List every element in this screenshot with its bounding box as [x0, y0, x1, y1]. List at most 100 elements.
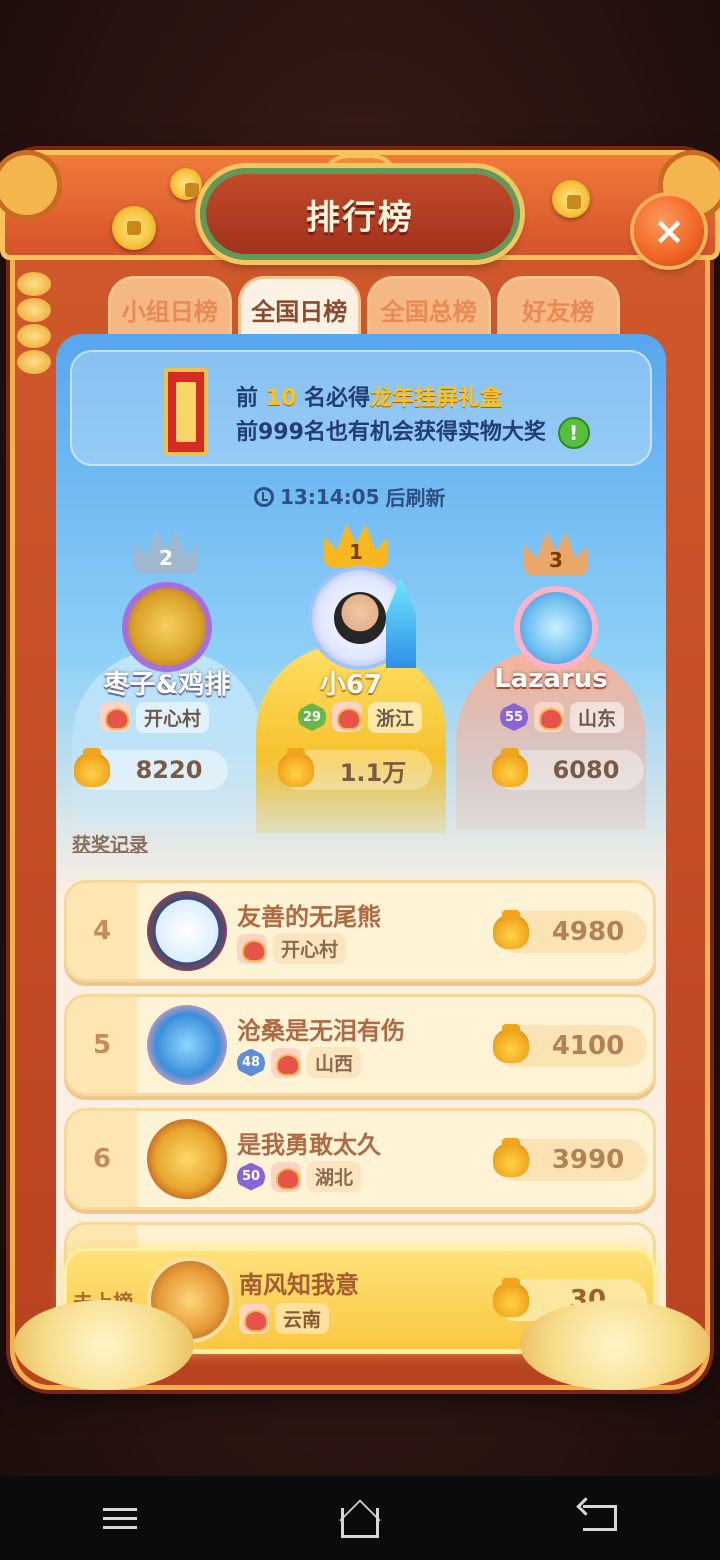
- player-name: 是我勇敢太久: [237, 1131, 381, 1159]
- money-bag-icon: [74, 748, 110, 787]
- coin-decoration-icon: [170, 168, 202, 200]
- score-value: 4100: [551, 1031, 625, 1061]
- page-title: 排行榜: [306, 197, 414, 238]
- money-bag-icon: [493, 1278, 529, 1317]
- award-history-link[interactable]: 获奖记录: [72, 830, 148, 857]
- level-badge: 29: [298, 703, 326, 731]
- score-value: 8220: [135, 756, 203, 784]
- banner-line2-text: 前999名也有机会获得实物大奖: [236, 420, 546, 445]
- banner-count: 10: [265, 386, 297, 411]
- ranking-row[interactable]: 4 友善的无尾熊 开心村 4980: [64, 880, 656, 982]
- score-pill: 4100: [493, 1024, 647, 1067]
- player-name: 友善的无尾熊: [237, 903, 381, 931]
- rank-number: 4: [67, 883, 137, 979]
- player-avatar[interactable]: [147, 891, 227, 971]
- player-meta: 50 湖北: [237, 1161, 362, 1192]
- banner-prefix: 前: [236, 386, 259, 411]
- refresh-time: 13:14:05: [280, 484, 380, 509]
- money-bag-icon: [493, 1024, 529, 1063]
- avatar-third[interactable]: [514, 586, 598, 670]
- menu-icon[interactable]: [90, 1488, 150, 1548]
- cloud-decoration: [14, 1300, 194, 1390]
- lion-icon: [239, 1303, 269, 1334]
- avatar-photo: [334, 592, 386, 644]
- player-tags-first: 29 浙江: [298, 700, 423, 734]
- rank-number: 6: [67, 1111, 137, 1207]
- region-label: 湖北: [307, 1161, 362, 1192]
- rank-number: 5: [67, 997, 137, 1093]
- money-bag-icon: [493, 1138, 529, 1177]
- refresh-suffix: 后刷新: [385, 486, 446, 510]
- score-value: 1.1万: [339, 758, 407, 787]
- region-label: 浙江: [368, 701, 423, 733]
- level-badge: 48: [237, 1048, 265, 1077]
- crown-gold-icon: 1: [324, 524, 388, 568]
- my-name: 南风知我意: [239, 1271, 359, 1299]
- money-bag-icon: [492, 748, 528, 787]
- region-label: 山西: [307, 1047, 362, 1078]
- refresh-timer: 13:14:05 后刷新: [254, 482, 446, 511]
- my-meta: 云南: [239, 1303, 330, 1334]
- money-bag-icon: [493, 910, 529, 949]
- lion-icon: [237, 933, 267, 964]
- lion-icon: [271, 1047, 301, 1078]
- player-meta: 开心村: [237, 933, 347, 964]
- back-icon: [583, 1505, 617, 1531]
- score-pill: 4980: [493, 910, 647, 953]
- home-button[interactable]: [330, 1488, 390, 1548]
- info-icon[interactable]: !: [557, 417, 590, 449]
- close-button[interactable]: ×: [634, 196, 704, 266]
- ranking-row[interactable]: 6 是我勇敢太久 50 湖北 3990: [64, 1108, 656, 1210]
- coin-decoration-icon: [112, 206, 156, 250]
- player-meta: 48 山西: [237, 1047, 362, 1078]
- player-name-second: 枣子&鸡排: [103, 670, 231, 700]
- lion-icon: [100, 702, 130, 732]
- score-value: 3990: [551, 1145, 625, 1175]
- score-first: 1.1万: [278, 748, 432, 790]
- close-icon: ×: [653, 209, 685, 253]
- banner-line-2: 前999名也有机会获得实物大奖 !: [236, 414, 590, 449]
- banner-prize: 龙年挂屏礼盒: [370, 386, 503, 411]
- back-button[interactable]: [570, 1488, 630, 1548]
- region-label: 云南: [275, 1303, 330, 1334]
- cloud-decoration: [520, 1300, 710, 1390]
- player-avatar[interactable]: [147, 1005, 227, 1085]
- region-label: 山东: [570, 701, 625, 733]
- title-plaque: 排行榜: [200, 168, 520, 260]
- level-badge: 55: [500, 703, 528, 731]
- banner-line-1: 前 10 名必得龙年挂屏礼盒: [236, 380, 502, 412]
- player-name-third: Lazarus: [494, 664, 608, 694]
- clock-icon: [254, 486, 274, 507]
- crown-bronze-icon: 3: [524, 532, 588, 576]
- money-bag-icon: [278, 748, 314, 787]
- prize-scroll-icon: [164, 368, 208, 456]
- tab-national-daily[interactable]: 全国日榜: [237, 276, 361, 340]
- ranking-panel: 前 10 名必得龙年挂屏礼盒 前999名也有机会获得实物大奖 ! 13:14:0…: [56, 334, 666, 1354]
- tab-national-total[interactable]: 全国总榜: [367, 276, 491, 340]
- player-name-first: 小67: [319, 670, 383, 700]
- score-second: 8220: [74, 748, 228, 790]
- player-tags-second: 开心村: [100, 700, 210, 734]
- tab-friends[interactable]: 好友榜: [496, 276, 620, 340]
- avatar-second[interactable]: [122, 582, 212, 672]
- coin-decoration-icon: [552, 180, 590, 218]
- region-label: 开心村: [136, 701, 210, 733]
- score-value: 4980: [551, 917, 625, 947]
- level-badge: 50: [237, 1162, 265, 1191]
- lion-icon: [534, 702, 564, 732]
- crown-silver-icon: 2: [134, 530, 198, 574]
- system-nav-bar: [0, 1476, 720, 1560]
- ranking-tabs: 小组日榜 全国日榜 全国总榜 好友榜: [108, 276, 620, 340]
- lion-icon: [332, 702, 362, 732]
- tab-group-daily[interactable]: 小组日榜: [108, 276, 232, 340]
- ranking-row[interactable]: 5 沧桑是无泪有伤 48 山西 4100: [64, 994, 656, 1096]
- score-third: 6080: [492, 748, 644, 790]
- lion-icon: [271, 1161, 301, 1192]
- region-label: 开心村: [273, 933, 347, 964]
- home-icon: [341, 1508, 379, 1538]
- tassel-decoration: [14, 272, 54, 392]
- player-avatar[interactable]: [147, 1119, 227, 1199]
- score-pill: 3990: [493, 1138, 647, 1181]
- player-tags-third: 55 山东: [500, 700, 625, 734]
- score-value: 6080: [552, 756, 620, 784]
